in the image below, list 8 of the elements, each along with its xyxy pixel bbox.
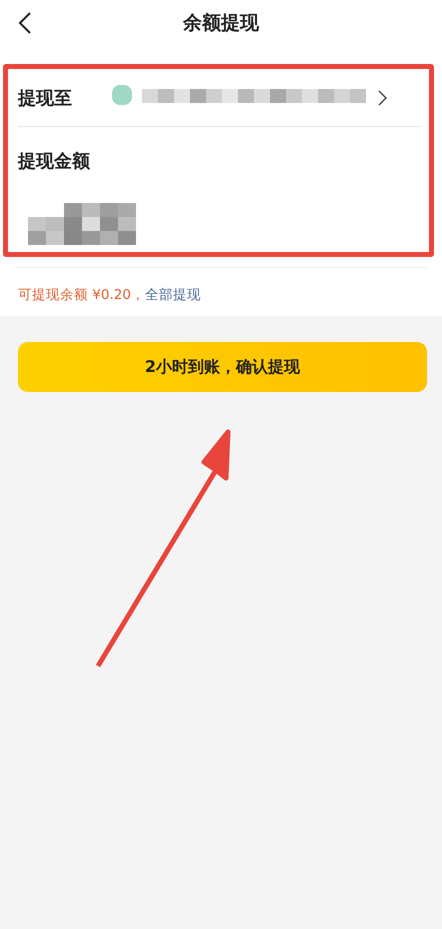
page-title: 余额提现 [183,11,259,36]
confirm-withdraw-button[interactable]: 2小时到账，确认提现 [18,342,427,392]
chevron-right-icon[interactable] [378,90,387,106]
available-balance-text: 可提现余额 ¥0.20， [18,287,145,303]
amount-label: 提现金额 [18,150,91,173]
withdraw-to-label: 提现至 [18,86,72,110]
back-icon[interactable] [17,11,33,35]
withdraw-all-link[interactable]: 全部提现 [144,287,201,303]
